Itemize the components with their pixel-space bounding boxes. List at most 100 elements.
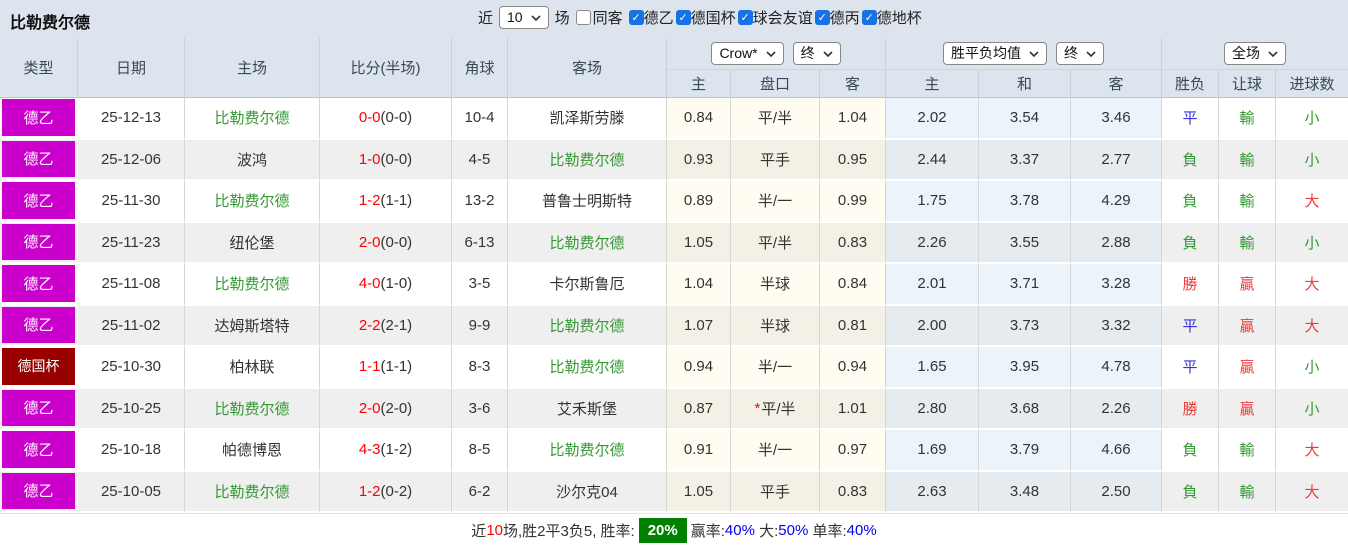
home-team[interactable]: 比勒费尔德 xyxy=(185,264,320,306)
crown-away-odds: 0.84 xyxy=(820,264,886,306)
home-team[interactable]: 比勒费尔德 xyxy=(185,181,320,223)
away-team[interactable]: 比勒费尔德 xyxy=(508,222,667,264)
average-type-select[interactable]: 胜平负均值 xyxy=(943,42,1047,65)
full-time-score: 4-0 xyxy=(358,275,381,293)
filter-label-0: 德乙 xyxy=(643,10,674,27)
away-team[interactable]: 艾禾斯堡 xyxy=(508,388,667,430)
corners-cell: 4-5 xyxy=(452,139,508,181)
full-time-score: 0-0 xyxy=(358,109,381,127)
goals-bet-cell: 大 xyxy=(1276,264,1348,306)
crown-home-odds: 0.91 xyxy=(667,430,731,472)
full-time-score: 1-2 xyxy=(358,192,381,210)
col-header-type: 类型 xyxy=(0,38,78,98)
away-team[interactable]: 比勒费尔德 xyxy=(508,347,667,389)
avg-home-odds: 2.63 xyxy=(886,471,979,513)
filter-checkbox-4[interactable]: ✓ xyxy=(861,10,877,25)
score-cell: 4-0 (1-0) xyxy=(320,264,452,306)
avg-away-odds: 4.66 xyxy=(1071,430,1162,472)
full-time-score: 4-3 xyxy=(358,441,381,459)
avg-draw-odds: 3.95 xyxy=(979,347,1071,389)
chevron-down-icon xyxy=(1268,50,1278,57)
goals-bet-cell: 小 xyxy=(1276,222,1348,264)
league-badge: 德乙 xyxy=(2,431,75,468)
league-type-cell: 德乙 xyxy=(0,98,78,140)
filter-checkbox-0[interactable]: ✓ xyxy=(628,10,644,25)
avg-draw-odds: 3.55 xyxy=(979,222,1071,264)
average-time-select[interactable]: 终 xyxy=(1056,42,1104,65)
score-cell: 4-3 (1-2) xyxy=(320,430,452,472)
away-team[interactable]: 凯泽斯劳滕 xyxy=(508,98,667,140)
half-time-score: (2-0) xyxy=(380,399,413,417)
away-team[interactable]: 比勒费尔德 xyxy=(508,430,667,472)
filter-checkbox-2[interactable]: ✓ xyxy=(737,10,753,25)
col-header-away: 客场 xyxy=(508,38,667,98)
away-team[interactable]: 比勒费尔德 xyxy=(508,305,667,347)
result-cell: 負 xyxy=(1162,139,1219,181)
crown-handicap-odds: 半/一 xyxy=(731,430,820,472)
away-team[interactable]: 卡尔斯鲁厄 xyxy=(508,264,667,306)
same-opponent-checkbox[interactable] xyxy=(575,10,591,25)
full-time-score: 2-2 xyxy=(358,316,381,334)
subcol-avg-away: 客 xyxy=(1071,70,1162,98)
score-cell: 2-0 (0-0) xyxy=(320,222,452,264)
avg-home-odds: 2.01 xyxy=(886,264,979,306)
bookmaker-select[interactable]: Crow* xyxy=(711,42,784,65)
filter-label-1: 德国杯 xyxy=(690,10,736,27)
corners-cell: 9-9 xyxy=(452,305,508,347)
result-cell: 平 xyxy=(1162,98,1219,140)
league-badge: 德乙 xyxy=(2,472,75,509)
corners-cell: 10-4 xyxy=(452,98,508,140)
avg-draw-odds: 3.37 xyxy=(979,139,1071,181)
home-team[interactable]: 帕德博恩 xyxy=(185,430,320,472)
crown-away-odds: 0.97 xyxy=(820,430,886,472)
score-cell: 2-2 (2-1) xyxy=(320,305,452,347)
half-time-score: (0-0) xyxy=(380,233,413,251)
chevron-down-icon xyxy=(1029,50,1039,57)
home-team[interactable]: 波鸿 xyxy=(185,139,320,181)
chevron-down-icon xyxy=(765,50,776,57)
away-team[interactable]: 普鲁士明斯特 xyxy=(508,181,667,223)
avg-draw-odds: 3.71 xyxy=(979,264,1071,306)
home-team[interactable]: 纽伦堡 xyxy=(185,222,320,264)
handicap-bet-cell: 贏 xyxy=(1219,388,1276,430)
crown-handicap-odds: 半球 xyxy=(731,305,820,347)
avg-draw-odds: 3.48 xyxy=(979,471,1071,513)
home-team[interactable]: 比勒费尔德 xyxy=(185,98,320,140)
filter-label-3: 德丙 xyxy=(829,10,860,27)
period-select[interactable]: 全场 xyxy=(1224,42,1286,65)
filter-checkbox-1[interactable]: ✓ xyxy=(675,10,691,25)
home-team[interactable]: 比勒费尔德 xyxy=(185,471,320,513)
handicap-bet-cell: 輸 xyxy=(1219,430,1276,472)
handicap-line: 平/半 xyxy=(761,400,796,418)
full-time-score: 2-0 xyxy=(358,233,381,251)
match-date: 25-10-05 xyxy=(78,471,185,513)
goals-bet-cell: 小 xyxy=(1276,98,1348,140)
score-cell: 1-0 (0-0) xyxy=(320,139,452,181)
avg-home-odds: 2.80 xyxy=(886,388,979,430)
col-header-score: 比分(半场) xyxy=(320,38,452,98)
avg-away-odds: 4.29 xyxy=(1071,181,1162,223)
crown-home-odds: 1.07 xyxy=(667,305,731,347)
filter-checkbox-3[interactable]: ✓ xyxy=(814,10,830,25)
crown-home-odds: 1.04 xyxy=(667,264,731,306)
odds-group-average: 胜平负均值 终 xyxy=(886,38,1162,70)
league-type-cell: 德乙 xyxy=(0,264,78,306)
summary-segment-3: 20% xyxy=(638,517,687,543)
avg-away-odds: 2.77 xyxy=(1071,139,1162,181)
home-team[interactable]: 比勒费尔德 xyxy=(185,388,320,430)
result-cell: 負 xyxy=(1162,222,1219,264)
summary-segment-6: 大: xyxy=(754,522,779,540)
recent-count-select[interactable]: 10 xyxy=(499,6,549,29)
odds-time-select[interactable]: 终 xyxy=(792,42,841,65)
crown-home-odds: 0.89 xyxy=(667,181,731,223)
away-team[interactable]: 比勒费尔德 xyxy=(508,139,667,181)
subcol-crown-away: 客 xyxy=(820,70,886,98)
half-time-score: (0-0) xyxy=(380,109,413,127)
away-team[interactable]: 沙尔克04 xyxy=(508,471,667,513)
league-badge: 德乙 xyxy=(2,140,75,177)
home-team[interactable]: 柏林联 xyxy=(185,347,320,389)
handicap-line: 半/一 xyxy=(757,359,793,377)
home-team[interactable]: 达姆斯塔特 xyxy=(185,305,320,347)
crown-home-odds: 0.94 xyxy=(667,347,731,389)
match-date: 25-11-08 xyxy=(78,264,185,306)
